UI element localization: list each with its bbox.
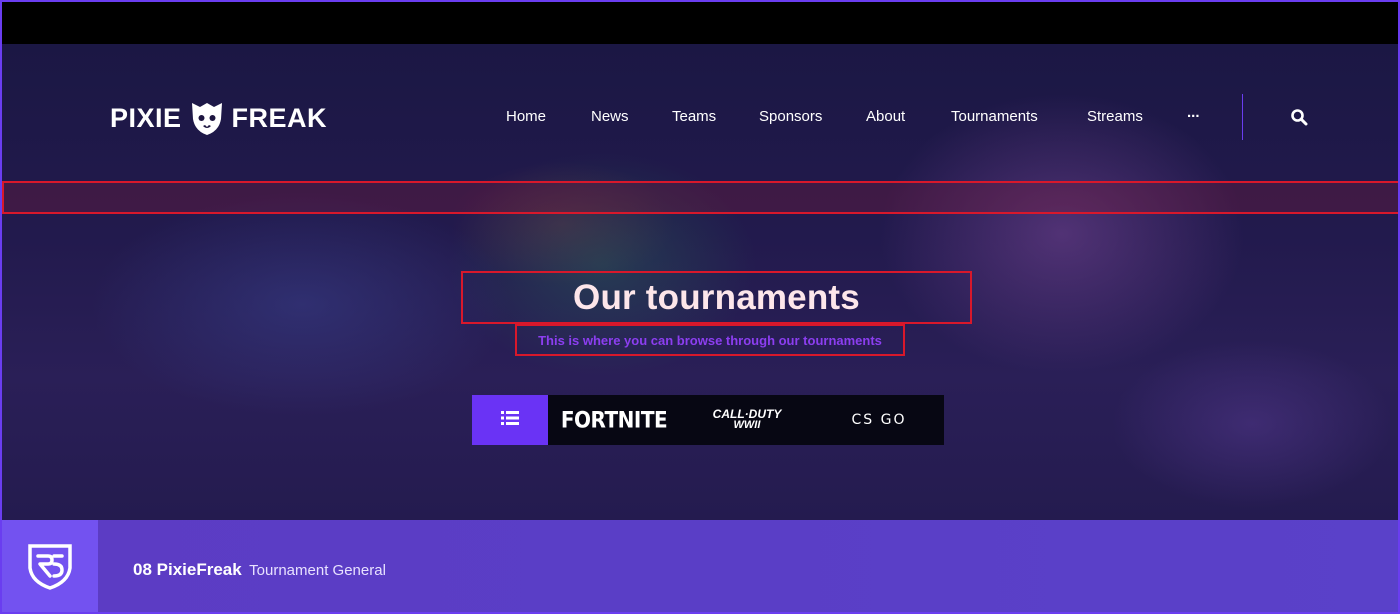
cod-logo-line2: WWII (733, 419, 761, 431)
fortnite-logo: FORTNITE (560, 406, 668, 434)
game-tab-csgo[interactable]: CS GO (814, 395, 944, 445)
page-subtitle: This is where you can browse through our… (538, 332, 882, 348)
search-icon[interactable] (1290, 108, 1308, 126)
all-games-button[interactable] (472, 395, 548, 445)
tournament-bar[interactable]: 08 PixieFreak Tournament General (2, 520, 1398, 612)
nav-item-teams[interactable]: Teams (672, 106, 716, 128)
nav-item-sponsors[interactable]: Sponsors (759, 106, 822, 128)
top-black-bar (2, 2, 1398, 44)
tournament-logo (2, 520, 98, 612)
nav-item-news[interactable]: News (591, 106, 629, 128)
main-nav: Home News Teams Sponsors About Tournamen… (2, 104, 1398, 128)
game-filter-bar: FORTNITE CALL·DUTY WWII CS GO (472, 395, 944, 445)
nav-item-tournaments[interactable]: Tournaments (951, 106, 1038, 128)
game-tab-fortnite[interactable]: FORTNITE (548, 393, 680, 448)
nav-item-home[interactable]: Home (506, 106, 546, 128)
nav-item-streams[interactable]: Streams (1087, 106, 1143, 128)
page-subtitle-box: This is where you can browse through our… (515, 324, 905, 356)
tournament-title: 08 PixieFreak (133, 560, 242, 579)
tournament-info: 08 PixieFreak Tournament General (133, 560, 386, 580)
highlight-strip (2, 181, 1398, 214)
nav-item-about[interactable]: About (866, 106, 905, 128)
nav-divider (1242, 94, 1243, 140)
page-frame: PIXIE FREAK Home News Teams Sponsors Abo… (0, 0, 1400, 614)
csgo-logo: CS GO (851, 412, 907, 428)
game-tab-call-of-duty[interactable]: CALL·DUTY WWII (680, 395, 814, 445)
tournament-subtitle: Tournament General (249, 562, 386, 579)
list-icon (501, 410, 519, 430)
nav-item-more[interactable]: ... (1187, 102, 1200, 124)
page-title: Our tournaments (573, 277, 860, 317)
page-title-box: Our tournaments (461, 271, 972, 324)
pixiefreak-shield-icon (22, 538, 78, 599)
